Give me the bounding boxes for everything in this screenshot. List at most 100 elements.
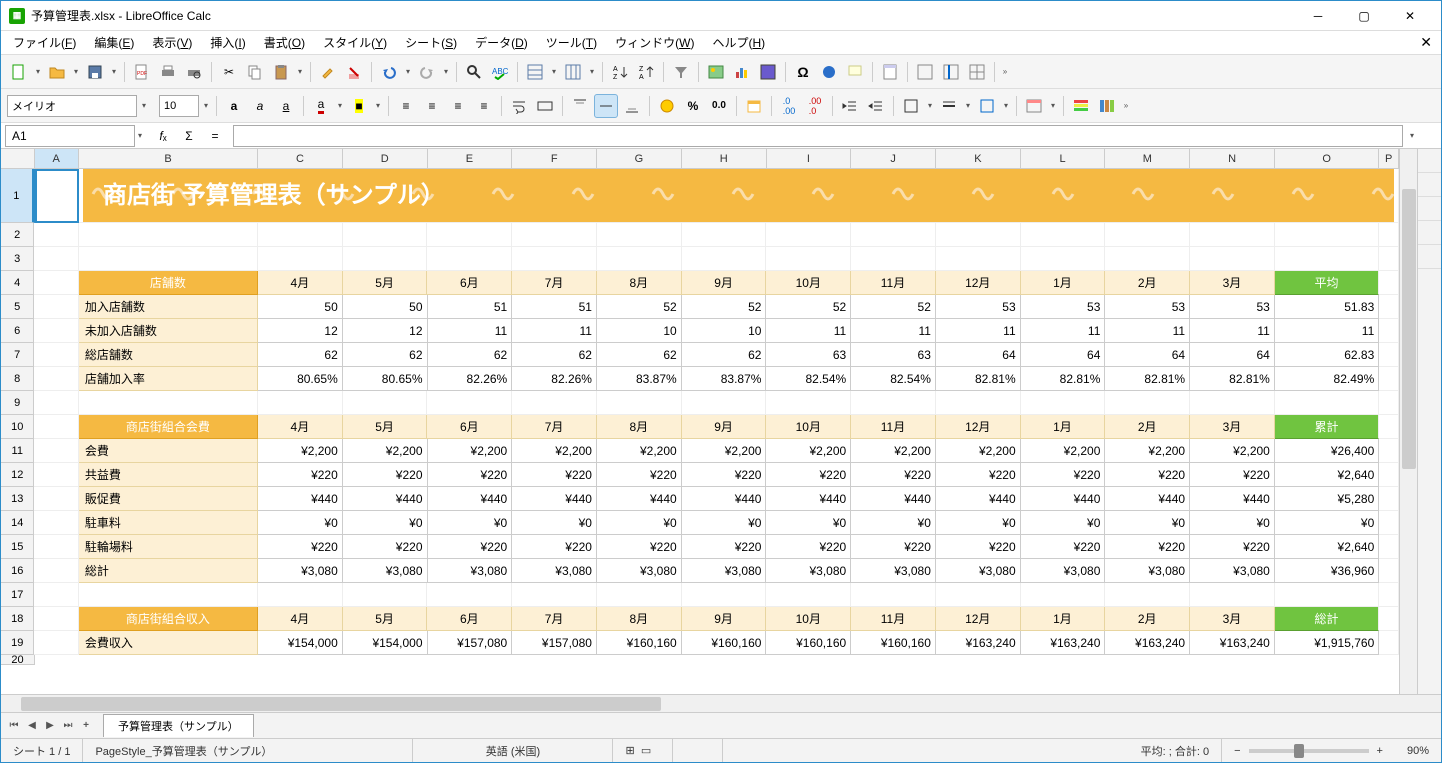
data-cell[interactable]: ¥0 [936,511,1021,535]
cell[interactable] [34,631,78,655]
align-right-icon[interactable]: ≡ [446,94,470,118]
cut-icon[interactable]: ✂ [217,60,241,84]
data-cell[interactable]: ¥3,080 [851,559,936,583]
menu-item[interactable]: スタイル(Y) [315,31,395,54]
dropdown-icon[interactable]: ▾ [139,101,149,110]
tab-last-icon[interactable]: ⏭ [59,716,77,736]
cell[interactable] [34,559,78,583]
data-cell[interactable]: 64 [1021,343,1106,367]
clear-format-icon[interactable] [342,60,366,84]
data-cell[interactable]: ¥440 [343,487,428,511]
bold-icon[interactable]: a [222,94,246,118]
data-cell[interactable]: ¥440 [936,487,1021,511]
data-cell[interactable]: 11 [1105,319,1190,343]
comment-icon[interactable] [843,60,867,84]
row-header[interactable]: 6 [1,319,34,343]
data-cell[interactable]: 83.87% [682,367,767,391]
dropdown-icon[interactable]: ▾ [33,67,43,76]
sidebar-properties-icon[interactable] [1418,149,1441,173]
summary-cell[interactable]: ¥0 [1275,511,1379,535]
data-cell[interactable]: ¥2,200 [343,439,428,463]
maximize-button[interactable]: ▢ [1341,1,1387,31]
data-cell[interactable]: 62 [512,343,597,367]
cell[interactable] [258,223,343,247]
data-cell[interactable]: 82.26% [428,367,513,391]
freeze-icon[interactable] [939,60,963,84]
month-header[interactable]: 7月 [512,271,597,295]
hyperlink-icon[interactable] [817,60,841,84]
grid[interactable]: ABCDEFGHIJKLMNOP1商店街 予算管理表（サンプル）234店舗数4月… [1,149,1399,694]
cell[interactable] [1105,223,1190,247]
zoom-value[interactable]: 90% [1395,739,1441,762]
cell[interactable] [936,391,1021,415]
tab-first-icon[interactable]: ⏮ [5,716,23,736]
menu-item[interactable]: 表示(V) [144,31,200,54]
row-label[interactable]: 会費 [79,439,258,463]
data-cell[interactable]: ¥440 [1105,487,1190,511]
data-cell[interactable]: ¥220 [851,535,936,559]
font-color-icon[interactable]: a [309,94,333,118]
valign-middle-icon[interactable] [594,94,618,118]
data-cell[interactable]: ¥160,160 [766,631,851,655]
data-cell[interactable]: ¥220 [597,463,682,487]
data-cell[interactable]: 11 [1190,319,1275,343]
month-header[interactable]: 3月 [1190,271,1275,295]
data-cell[interactable]: ¥440 [851,487,936,511]
data-cell[interactable]: 63 [766,343,851,367]
data-cell[interactable]: ¥220 [343,463,428,487]
cell[interactable] [427,391,512,415]
sheet-tab[interactable]: 予算管理表（サンプル） [103,714,254,737]
data-cell[interactable]: ¥2,200 [936,439,1021,463]
sort-asc-icon[interactable]: AZ [608,60,632,84]
cell[interactable] [1379,247,1399,271]
row-icon[interactable] [523,60,547,84]
cell[interactable] [34,463,78,487]
cell[interactable] [1021,583,1106,607]
cell[interactable] [1379,559,1399,583]
dropdown-icon[interactable]: ▾ [373,101,383,110]
data-cell[interactable]: ¥220 [1021,463,1106,487]
cell[interactable] [1379,631,1399,655]
cell[interactable] [79,391,258,415]
data-cell[interactable]: 82.81% [1105,367,1190,391]
data-cell[interactable]: 82.54% [851,367,936,391]
data-cell[interactable]: ¥220 [682,463,767,487]
row-header[interactable]: 14 [1,511,34,535]
data-cell[interactable]: 53 [1021,295,1106,319]
data-cell[interactable]: ¥440 [1190,487,1275,511]
data-cell[interactable]: ¥0 [766,511,851,535]
data-cell[interactable]: ¥220 [682,535,767,559]
data-cell[interactable]: 52 [851,295,936,319]
cell[interactable] [1379,463,1399,487]
col-header[interactable]: N [1190,149,1275,169]
indent-dec-icon[interactable] [864,94,888,118]
cell[interactable] [1379,391,1399,415]
cell[interactable] [1021,247,1106,271]
print-preview-icon[interactable] [182,60,206,84]
cell[interactable] [1105,391,1190,415]
month-header[interactable]: 5月 [343,271,428,295]
italic-icon[interactable]: a [248,94,272,118]
border-style-icon[interactable] [937,94,961,118]
cell[interactable] [427,223,512,247]
row-header[interactable]: 17 [1,583,34,607]
print-icon[interactable] [156,60,180,84]
cell[interactable] [34,295,78,319]
cell[interactable] [936,223,1021,247]
col-header[interactable]: H [682,149,767,169]
summary-cell[interactable]: 82.49% [1275,367,1379,391]
row-label[interactable]: 販促費 [79,487,258,511]
data-cell[interactable]: ¥0 [258,511,343,535]
data-cell[interactable]: ¥0 [597,511,682,535]
percent-icon[interactable]: % [681,94,705,118]
autofilter-icon[interactable] [669,60,693,84]
menu-item[interactable]: ウィンドウ(W) [607,31,702,54]
data-cell[interactable]: ¥0 [1021,511,1106,535]
row-label[interactable]: 未加入店舗数 [79,319,258,343]
insert-image-icon[interactable] [704,60,728,84]
dropdown-icon[interactable]: ▾ [1048,101,1058,110]
cell[interactable] [851,223,936,247]
function-wizard-icon[interactable]: fₓ [151,124,175,148]
toolbar-overflow-icon[interactable]: » [1121,101,1131,110]
cell[interactable] [79,223,258,247]
